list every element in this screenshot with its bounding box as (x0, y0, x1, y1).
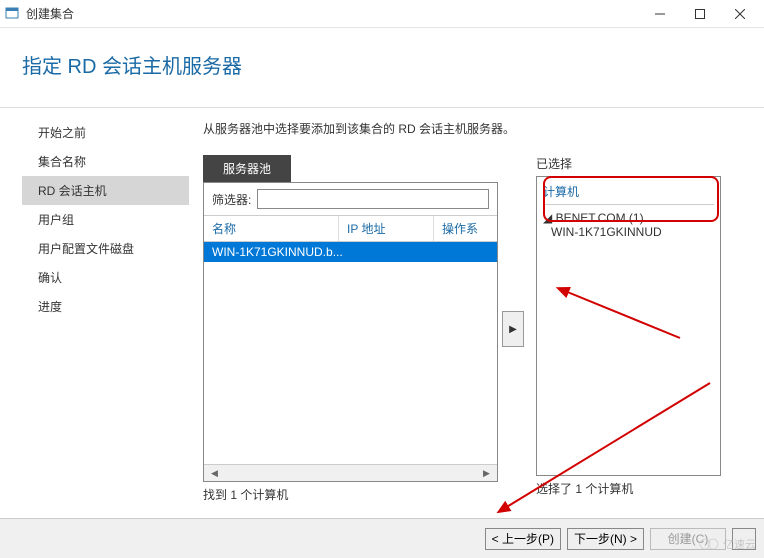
filter-row: 筛选器: (204, 183, 497, 215)
step-before-begin[interactable]: 开始之前 (0, 118, 195, 147)
server-pool-box: 筛选器: 名称 IP 地址 操作系 WIN-1K71GKINNUD.b... (203, 182, 498, 482)
pool-count-label: 找到 1 个计算机 (203, 486, 498, 503)
wizard-header: 指定 RD 会话主机服务器 (0, 28, 764, 108)
pool-horizontal-scrollbar[interactable]: ◀ ▶ (204, 464, 497, 481)
selected-column-label: 计算机 (543, 181, 714, 205)
pool-layout: 服务器池 筛选器: 名称 IP 地址 操作系 WIN-1K71GKINNUD. (203, 155, 756, 503)
selected-count-label: 选择了 1 个计算机 (536, 480, 721, 497)
page-title: 指定 RD 会话主机服务器 (22, 50, 764, 79)
step-rd-session-host[interactable]: RD 会话主机 (22, 176, 189, 205)
main-panel: 从服务器池中选择要添加到该集合的 RD 会话主机服务器。 服务器池 筛选器: 名… (195, 108, 764, 516)
window-title: 创建集合 (26, 5, 74, 22)
watermark-logo-icon (698, 537, 720, 551)
selected-title: 已选择 (536, 155, 721, 172)
window-controls (640, 0, 760, 28)
minimize-button[interactable] (640, 0, 680, 28)
add-to-selected-button[interactable]: ▶ (502, 311, 524, 347)
wizard-body: 开始之前 集合名称 RD 会话主机 用户组 用户配置文件磁盘 确认 进度 从服务… (0, 108, 764, 516)
selected-box: 计算机 ◢ BENET.COM (1) WIN-1K71GKINNUD (536, 176, 721, 476)
step-user-groups[interactable]: 用户组 (0, 205, 195, 234)
close-icon (735, 9, 745, 19)
pool-tabs: 服务器池 (203, 155, 498, 182)
step-confirm[interactable]: 确认 (0, 263, 195, 292)
col-os[interactable]: 操作系 (434, 216, 497, 241)
watermark: 亿速云 (698, 536, 756, 552)
scroll-right-icon[interactable]: ▶ (478, 466, 495, 481)
pool-row-name: WIN-1K71GKINNUD.b... (212, 245, 347, 259)
move-arrow-column: ▶ (498, 155, 528, 503)
col-name[interactable]: 名称 (204, 216, 339, 241)
selected-item[interactable]: WIN-1K71GKINNUD (543, 225, 714, 239)
maximize-button[interactable] (680, 0, 720, 28)
selected-section: 已选择 计算机 ◢ BENET.COM (1) WIN-1K71GKINNUD … (536, 155, 721, 503)
pool-row[interactable]: WIN-1K71GKINNUD.b... (204, 242, 497, 262)
server-pool-section: 服务器池 筛选器: 名称 IP 地址 操作系 WIN-1K71GKINNUD. (203, 155, 498, 503)
previous-button[interactable]: < 上一步(P) (485, 528, 561, 550)
app-icon (4, 6, 20, 22)
col-ip[interactable]: IP 地址 (339, 216, 434, 241)
pool-column-headers: 名称 IP 地址 操作系 (204, 215, 497, 242)
watermark-text: 亿速云 (723, 536, 756, 552)
next-button[interactable]: 下一步(N) > (567, 528, 644, 550)
titlebar: 创建集合 (0, 0, 764, 28)
step-progress[interactable]: 进度 (0, 292, 195, 321)
pool-list[interactable]: WIN-1K71GKINNUD.b... (204, 242, 497, 464)
chevron-right-icon: ▶ (509, 324, 517, 335)
maximize-icon (695, 9, 705, 19)
minimize-icon (655, 9, 665, 19)
wizard-footer: < 上一步(P) 下一步(N) > 创建(C) (0, 518, 764, 558)
tab-server-pool[interactable]: 服务器池 (203, 155, 291, 182)
filter-label: 筛选器: (212, 191, 251, 208)
close-button[interactable] (720, 0, 760, 28)
step-collection-name[interactable]: 集合名称 (0, 147, 195, 176)
filter-input[interactable] (257, 189, 489, 209)
expand-arrow-icon: ◢ (543, 211, 552, 225)
scroll-left-icon[interactable]: ◀ (206, 466, 223, 481)
step-user-profile-disks[interactable]: 用户配置文件磁盘 (0, 234, 195, 263)
steps-sidebar: 开始之前 集合名称 RD 会话主机 用户组 用户配置文件磁盘 确认 进度 (0, 108, 195, 516)
selected-group-row[interactable]: ◢ BENET.COM (1) (543, 211, 714, 225)
instruction-text: 从服务器池中选择要添加到该集合的 RD 会话主机服务器。 (203, 120, 756, 137)
selected-group-name: BENET.COM (1) (556, 211, 644, 225)
